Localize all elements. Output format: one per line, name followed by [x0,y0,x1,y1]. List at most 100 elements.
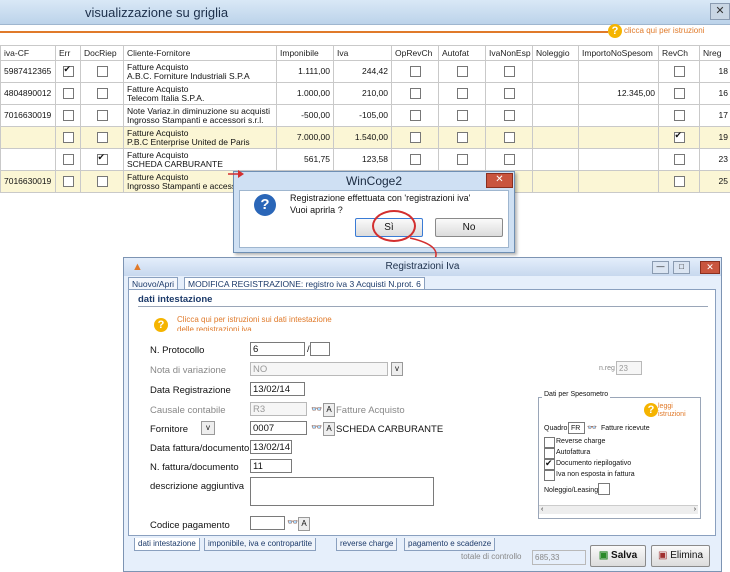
oprevch-checkbox[interactable] [410,66,421,77]
n-fattura-input[interactable]: 11 [250,459,292,473]
revch-checkbox[interactable] [674,154,685,165]
column-header[interactable]: DocRiep [81,46,124,61]
column-header[interactable]: Noleggio [533,46,579,61]
table-row[interactable]: 4804890012Fatture AcquistoTelecom Italia… [1,83,730,105]
revch-checkbox[interactable] [674,66,685,77]
docriep-checkbox[interactable] [97,88,108,99]
binoculars-icon[interactable]: 👓 [287,517,298,528]
codice-pagamento-input[interactable] [250,516,285,530]
binoculars-icon[interactable]: 👓 [311,422,322,433]
spesometro-help-link[interactable]: leggi istruzioni [658,403,694,419]
docriep-checkbox[interactable] [97,66,108,77]
table-row[interactable]: Fatture AcquistoSCHEDA CARBURANTE561,751… [1,149,730,171]
section-divider [138,306,708,307]
documento-riepilogativo-checkbox[interactable] [544,459,555,470]
help-icon[interactable]: ? [644,403,658,417]
help-link[interactable]: clicca qui per istruzioni [624,26,704,35]
help-icon[interactable]: ? [608,24,622,38]
revch-checkbox[interactable] [674,176,685,187]
quadro-label: Quadro [544,425,567,432]
no-button[interactable]: No [435,218,503,237]
column-header[interactable]: Nreg [700,46,730,61]
table-row[interactable]: Fatture AcquistoP.B.C Enterprise United … [1,127,730,149]
dialog-close-button[interactable]: ✕ [486,173,513,188]
a-button-icon[interactable]: A [298,517,310,531]
ivanonesp-checkbox[interactable] [504,154,515,165]
err-checkbox[interactable] [63,110,74,121]
ivanonesp-checkbox[interactable] [504,88,515,99]
help-icon[interactable]: ? [154,318,168,332]
ivanonesp-checkbox[interactable] [504,132,515,143]
column-header[interactable]: RevCh [659,46,700,61]
autofat-checkbox[interactable] [457,66,468,77]
help-link[interactable]: Clicca qui per istruzioni sui dati intes… [177,315,337,331]
tab-pagamento-scadenze[interactable]: pagamento e scadenze [404,538,495,551]
iva-non-esposta-checkbox[interactable] [544,470,555,481]
autofat-checkbox[interactable] [457,132,468,143]
column-header[interactable]: Iva [334,46,392,61]
binoculars-icon[interactable]: 👓 [311,404,322,415]
err-checkbox[interactable] [63,176,74,187]
docriep-checkbox[interactable] [97,110,108,121]
descrizione-textarea[interactable] [250,477,434,506]
table-row[interactable]: 5987412365Fatture AcquistoA.B.C. Fornitu… [1,61,730,83]
column-header[interactable]: Autofat [439,46,486,61]
err-checkbox[interactable] [63,154,74,165]
revch-checkbox[interactable] [674,88,685,99]
fornitore-input[interactable]: 0007 [250,421,307,435]
window-close-icon[interactable]: ✕ [700,261,720,274]
oprevch-checkbox[interactable] [410,110,421,121]
cliente-fornitore-cell: Fatture AcquistoP.B.C Enterprise United … [124,127,277,149]
revch-checkbox[interactable] [674,132,685,143]
oprevch-checkbox[interactable] [410,88,421,99]
column-header[interactable]: Imponibile [277,46,334,61]
tab-imponibile-iva[interactable]: imponibile, iva e contropartite [204,538,316,551]
err-checkbox[interactable] [63,88,74,99]
docriep-checkbox[interactable] [97,132,108,143]
docriep-checkbox[interactable] [97,154,108,165]
iva-cell: -105,00 [334,105,392,127]
err-checkbox[interactable] [63,66,74,77]
column-header[interactable]: ImportoNoSpesom [579,46,659,61]
chevron-down-icon[interactable]: v [391,362,403,376]
tab-dati-intestazione[interactable]: dati intestazione [134,538,200,551]
column-header[interactable]: OpRevCh [392,46,439,61]
table-row[interactable]: 7016630019Note Variaz.in diminuzione su … [1,105,730,127]
err-checkbox[interactable] [63,132,74,143]
column-header[interactable]: Cliente-Fornitore [124,46,277,61]
oprevch-checkbox[interactable] [410,132,421,143]
autofat-checkbox[interactable] [457,88,468,99]
close-icon[interactable]: ✕ [710,3,730,20]
revch-checkbox[interactable] [674,110,685,121]
ivanonesp-checkbox[interactable] [504,110,515,121]
nota-variazione-select[interactable]: NO [250,362,388,376]
ivanonesp-checkbox[interactable] [504,66,515,77]
oprevch-checkbox[interactable] [410,154,421,165]
maximize-icon[interactable]: □ [673,261,690,274]
protocollo-input[interactable]: 6 [250,342,305,356]
autofat-checkbox[interactable] [457,110,468,121]
horizontal-scrollbar[interactable]: ‹› [539,505,698,514]
binoculars-icon[interactable]: 👓 [587,423,597,432]
autofat-checkbox[interactable] [457,154,468,165]
chevron-down-icon[interactable]: v [201,421,215,435]
totale-controllo-value: 685,33 [532,550,586,565]
docriep-checkbox[interactable] [97,176,108,187]
delete-button[interactable]: ▣ Elimina [651,545,710,567]
data-registrazione-input[interactable]: 13/02/14 [250,382,305,396]
column-header[interactable]: IvaNonEsp [486,46,533,61]
a-button-icon[interactable]: A [323,422,335,436]
noleggio-input[interactable] [598,483,610,495]
column-header[interactable]: iva-CF [1,46,56,61]
data-fattura-input[interactable]: 13/02/14 [250,440,292,454]
save-button[interactable]: ▣ Salva [590,545,646,567]
importo-nospesom-cell [579,105,659,127]
reverse-charge-checkbox[interactable] [544,437,555,448]
protocollo-suffix-input[interactable] [310,342,330,356]
tab-reverse-charge[interactable]: reverse charge [336,538,397,551]
causale-input[interactable]: R3 [250,402,307,416]
a-button-icon[interactable]: A [323,403,335,417]
column-header[interactable]: Err [56,46,81,61]
quadro-input[interactable]: FR [568,422,585,434]
minimize-icon[interactable]: — [652,261,669,274]
